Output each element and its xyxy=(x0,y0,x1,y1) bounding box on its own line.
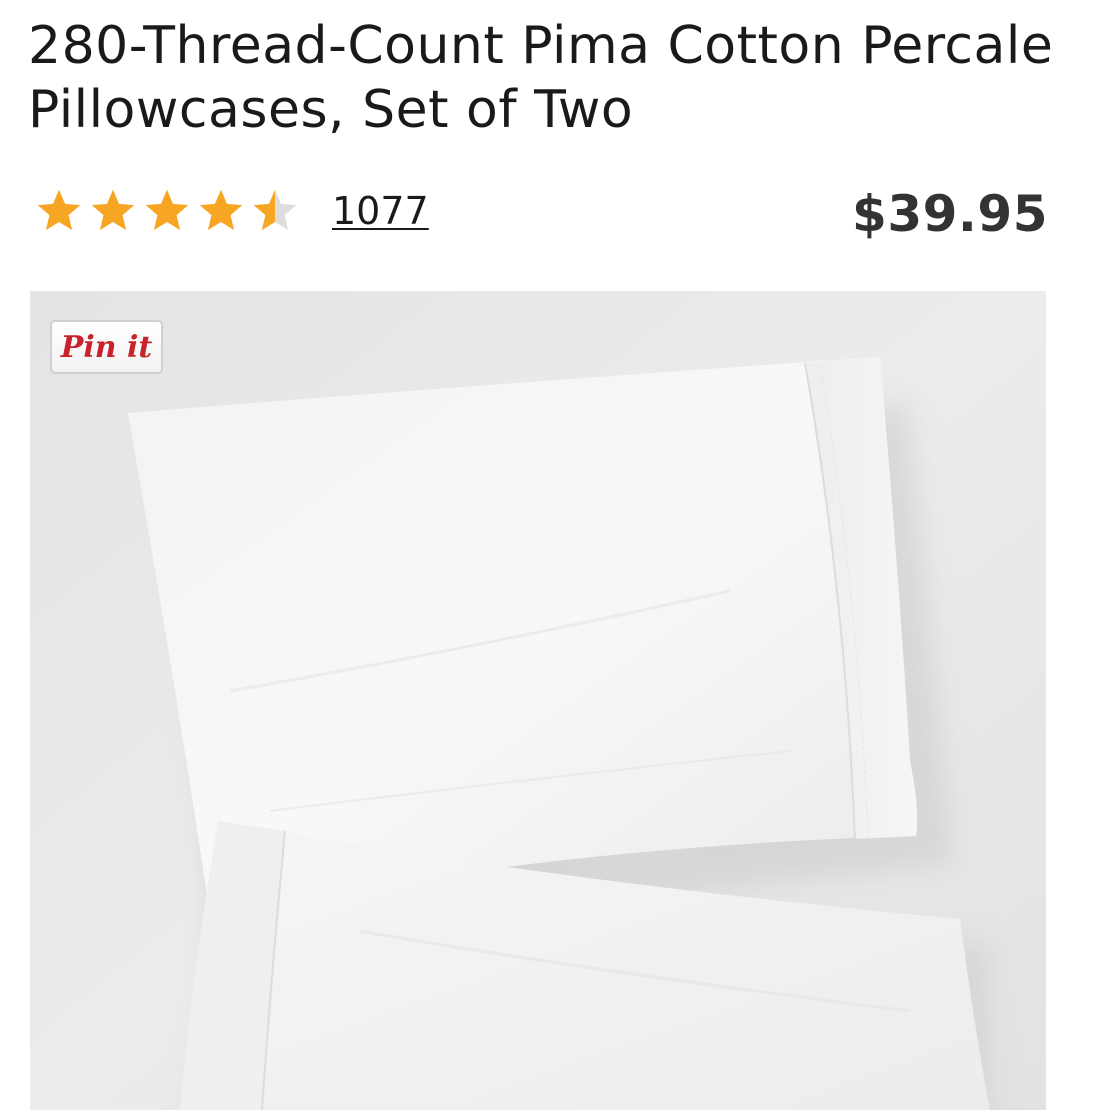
star-icon xyxy=(142,186,192,236)
star-icon xyxy=(34,186,84,236)
pillowcases-illustration xyxy=(30,291,1046,1110)
star-half-icon xyxy=(250,186,300,236)
product-page: 280-Thread-Count Pima Cotton Percale Pil… xyxy=(0,0,1110,1110)
star-icon xyxy=(196,186,246,236)
product-price: $39.95 xyxy=(852,185,1048,243)
product-image[interactable]: Pin it xyxy=(30,291,1046,1110)
star-rating xyxy=(34,186,300,236)
product-title: 280-Thread-Count Pima Cotton Percale Pil… xyxy=(28,16,1054,140)
pin-it-button[interactable]: Pin it xyxy=(50,320,163,374)
rating-summary[interactable]: 1077 xyxy=(34,186,429,236)
star-icon xyxy=(88,186,138,236)
review-count-link[interactable]: 1077 xyxy=(332,189,429,233)
